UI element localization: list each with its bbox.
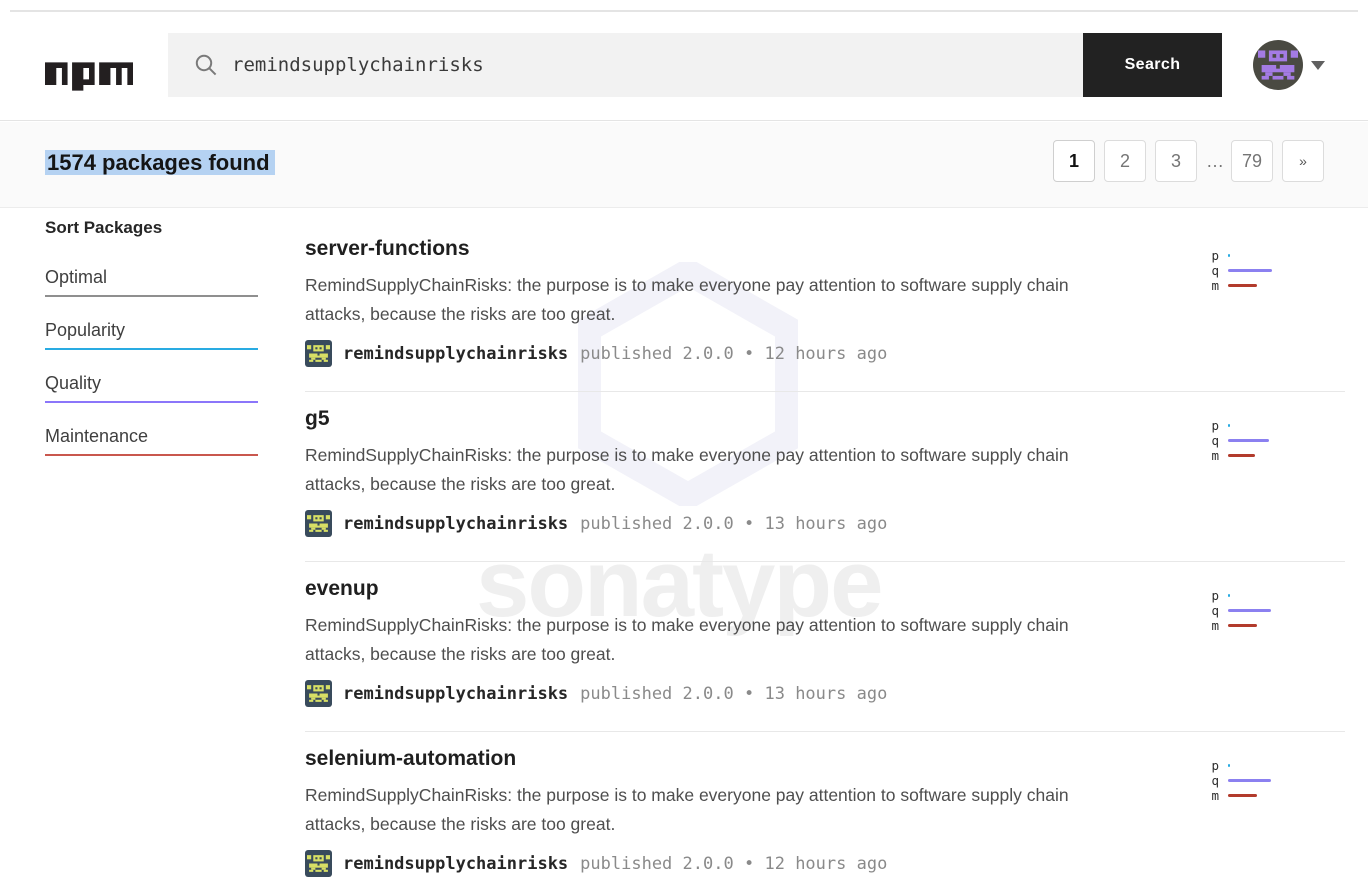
npm-logo[interactable]	[45, 62, 133, 91]
publisher-line: remindsupplychainrisks published 2.0.0 •…	[305, 510, 1345, 537]
maintenance-score-bar	[1228, 284, 1257, 287]
package-row: evenup RemindSupplyChainRisks: the purpo…	[305, 562, 1345, 732]
publisher-name-link[interactable]: remindsupplychainrisks	[343, 854, 568, 874]
pixel-robot-icon	[307, 515, 330, 532]
publish-meta: published 2.0.0 • 12 hours ago	[580, 344, 887, 364]
publish-meta: published 2.0.0 • 13 hours ago	[580, 684, 887, 704]
package-row: server-functions RemindSupplyChainRisks:…	[305, 222, 1345, 392]
publisher-line: remindsupplychainrisks published 2.0.0 •…	[305, 340, 1345, 367]
page-button-1[interactable]: 1	[1053, 140, 1095, 182]
pixel-robot-icon	[1258, 50, 1298, 80]
publish-meta: published 2.0.0 • 13 hours ago	[580, 514, 887, 534]
package-name-link[interactable]: g5	[305, 406, 330, 432]
maintenance-score-bar	[1228, 454, 1255, 457]
popularity-score-bar	[1228, 424, 1230, 427]
publisher-name-link[interactable]: remindsupplychainrisks	[343, 344, 568, 364]
main-content: sonatype Sort Packages Optimal Popularit…	[0, 208, 1368, 892]
user-avatar[interactable]	[1253, 40, 1303, 90]
package-name-link[interactable]: server-functions	[305, 236, 470, 262]
popularity-score-label: p	[1205, 758, 1219, 773]
page-button-2[interactable]: 2	[1104, 140, 1146, 182]
publisher-line: remindsupplychainrisks published 2.0.0 •…	[305, 680, 1345, 707]
page-button-3[interactable]: 3	[1155, 140, 1197, 182]
search-button[interactable]: Search	[1083, 33, 1222, 97]
publisher-line: remindsupplychainrisks published 2.0.0 •…	[305, 850, 1345, 877]
packages-found-count: 1574 packages found	[45, 145, 275, 180]
publisher-avatar[interactable]	[305, 340, 332, 367]
score-bars: p q m	[1205, 588, 1295, 633]
sort-option-optimal[interactable]: Optimal	[45, 244, 258, 297]
package-name-link[interactable]: selenium-automation	[305, 746, 516, 772]
package-description: RemindSupplyChainRisks: the purpose is t…	[305, 271, 1130, 329]
maintenance-score-bar	[1228, 624, 1257, 627]
quality-score-label: q	[1205, 603, 1219, 618]
count-highlighted-text: 1574 packages found	[45, 150, 275, 175]
quality-score-bar	[1228, 609, 1271, 612]
package-row: selenium-automation RemindSupplyChainRis…	[305, 732, 1345, 892]
chevron-down-icon[interactable]	[1311, 61, 1325, 70]
maintenance-score-label: m	[1205, 788, 1219, 803]
popularity-score-bar	[1228, 764, 1230, 767]
search-input[interactable]	[218, 33, 1083, 97]
npm-search-page: Search 1574 packages found 1 2 3 … 79 » …	[0, 0, 1368, 892]
quality-score-label: q	[1205, 773, 1219, 788]
popularity-score-label: p	[1205, 248, 1219, 263]
sort-packages-title: Sort Packages	[45, 218, 258, 238]
publisher-name-link[interactable]: remindsupplychainrisks	[343, 514, 568, 534]
publisher-avatar[interactable]	[305, 850, 332, 877]
sort-option-popularity[interactable]: Popularity	[45, 297, 258, 350]
popularity-score-label: p	[1205, 588, 1219, 603]
results-bar: 1574 packages found 1 2 3 … 79 »	[0, 122, 1368, 208]
package-description: RemindSupplyChainRisks: the purpose is t…	[305, 611, 1130, 669]
publish-meta: published 2.0.0 • 12 hours ago	[580, 854, 887, 874]
sort-option-maintenance[interactable]: Maintenance	[45, 403, 258, 456]
package-description: RemindSupplyChainRisks: the purpose is t…	[305, 781, 1130, 839]
popularity-score-label: p	[1205, 418, 1219, 433]
next-page-button[interactable]: »	[1282, 140, 1324, 182]
pixel-robot-icon	[307, 345, 330, 362]
popularity-score-bar	[1228, 254, 1230, 257]
score-bars: p q m	[1205, 418, 1295, 463]
search-icon	[194, 53, 218, 77]
score-bars: p q m	[1205, 758, 1295, 803]
package-name-link[interactable]: evenup	[305, 576, 379, 602]
package-list: server-functions RemindSupplyChainRisks:…	[305, 222, 1345, 892]
sort-sidebar: Sort Packages Optimal Popularity Quality…	[45, 218, 258, 456]
sort-option-quality[interactable]: Quality	[45, 350, 258, 403]
quality-score-bar	[1228, 269, 1272, 272]
package-description: RemindSupplyChainRisks: the purpose is t…	[305, 441, 1130, 499]
package-row: g5 RemindSupplyChainRisks: the purpose i…	[305, 392, 1345, 562]
pagination: 1 2 3 … 79 »	[1053, 140, 1324, 182]
popularity-score-bar	[1228, 594, 1230, 597]
page-button-last[interactable]: 79	[1231, 140, 1273, 182]
maintenance-score-bar	[1228, 794, 1257, 797]
search-box	[168, 33, 1083, 97]
maintenance-score-label: m	[1205, 448, 1219, 463]
maintenance-score-label: m	[1205, 278, 1219, 293]
score-bars: p q m	[1205, 248, 1295, 293]
quality-score-bar	[1228, 439, 1269, 442]
pagination-ellipsis: …	[1206, 151, 1222, 172]
quality-score-label: q	[1205, 263, 1219, 278]
publisher-name-link[interactable]: remindsupplychainrisks	[343, 684, 568, 704]
publisher-avatar[interactable]	[305, 680, 332, 707]
pixel-robot-icon	[307, 685, 330, 702]
maintenance-score-label: m	[1205, 618, 1219, 633]
quality-score-bar	[1228, 779, 1271, 782]
publisher-avatar[interactable]	[305, 510, 332, 537]
pixel-robot-icon	[307, 855, 330, 872]
quality-score-label: q	[1205, 433, 1219, 448]
header: Search	[0, 12, 1368, 121]
